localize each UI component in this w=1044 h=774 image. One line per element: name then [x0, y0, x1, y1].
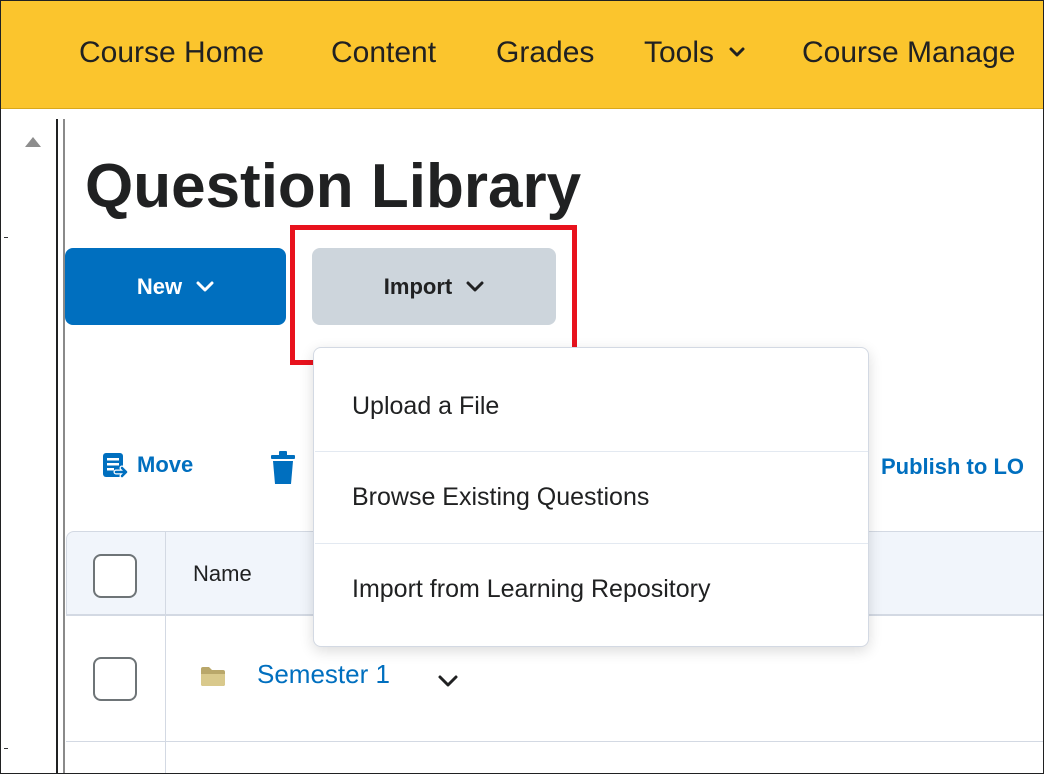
scroll-up-arrow-icon[interactable]: [25, 137, 41, 147]
app-window: Course Home Content Grades Tools Course …: [0, 0, 1044, 774]
nav-tools[interactable]: Tools: [644, 33, 746, 73]
move-label: Move: [137, 452, 194, 477]
column-header-name[interactable]: Name: [193, 561, 252, 587]
tick-mark: [4, 237, 8, 238]
trash-icon[interactable]: [269, 451, 297, 485]
chevron-down-icon: [196, 281, 214, 291]
course-navbar: Course Home Content Grades Tools Course …: [1, 1, 1043, 109]
tick-mark: [4, 748, 8, 749]
nav-content[interactable]: Content: [331, 33, 436, 73]
new-button-label: New: [136, 273, 183, 299]
publish-to-lor-button[interactable]: Publish to LO: [881, 454, 1024, 480]
nav-course-home[interactable]: Course Home: [79, 33, 264, 73]
chevron-down-icon: [466, 281, 484, 291]
nav-course-management[interactable]: Course Manage: [802, 33, 1015, 73]
menu-item-browse-existing-questions[interactable]: Browse Existing Questions: [315, 451, 868, 543]
menu-item-upload-file[interactable]: Upload a File: [315, 360, 868, 452]
new-button[interactable]: New: [65, 248, 286, 325]
table-row-link[interactable]: Semester 1: [257, 659, 390, 690]
select-all-checkbox[interactable]: [93, 554, 137, 598]
row-divider: [66, 741, 1043, 742]
folder-icon: [201, 667, 225, 686]
column-divider: [165, 532, 166, 773]
scrollbar-track[interactable]: [63, 119, 65, 773]
chevron-down-icon[interactable]: [437, 673, 459, 689]
chevron-down-icon: [729, 47, 745, 57]
import-dropdown-menu: Upload a File Browse Existing Questions …: [313, 347, 869, 647]
move-button[interactable]: Move: [101, 451, 193, 479]
import-button-label: Import: [383, 273, 453, 299]
nav-grades[interactable]: Grades: [496, 33, 594, 73]
import-button[interactable]: Import: [312, 248, 556, 325]
nav-tools-label: Tools: [644, 36, 715, 69]
page-title: Question Library: [85, 152, 582, 221]
menu-item-import-learning-repository[interactable]: Import from Learning Repository: [315, 543, 868, 635]
divider: [56, 119, 58, 773]
move-icon: [103, 453, 129, 479]
row-checkbox[interactable]: [93, 657, 137, 701]
